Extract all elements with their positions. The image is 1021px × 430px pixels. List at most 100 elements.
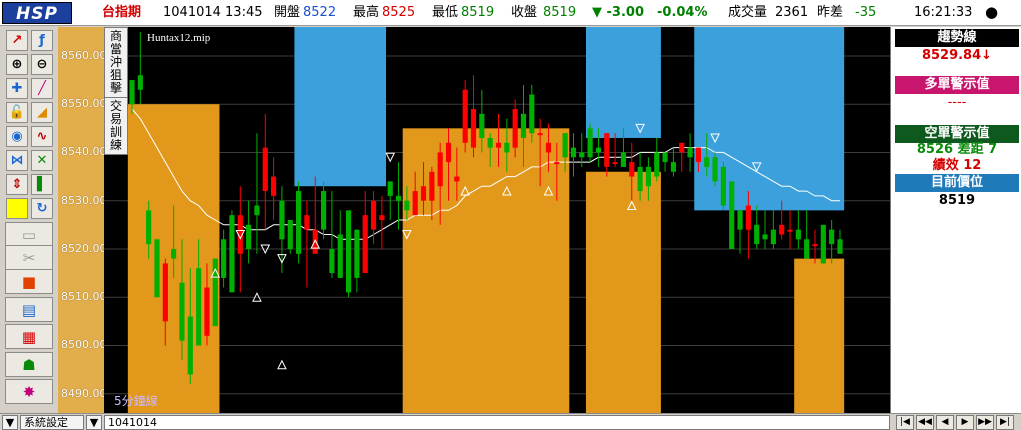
nav-first-button[interactable]: |◀ — [896, 415, 914, 430]
document-icon[interactable]: ▤ — [5, 297, 53, 322]
candle-body — [720, 166, 726, 206]
candle-body — [570, 147, 577, 158]
high-label: 最高 — [353, 5, 380, 20]
candle-body — [579, 152, 585, 158]
close-icon[interactable]: ● — [985, 4, 998, 20]
candlestick-chart[interactable]: Huntax12.mip 5分鐘線 — [104, 27, 890, 413]
date-field[interactable]: 1041014 — [104, 415, 890, 430]
tab-training[interactable]: 交易訓練 — [105, 97, 127, 152]
close-value: 8519 — [543, 5, 577, 20]
candle-body — [654, 152, 660, 177]
crosshair-icon[interactable]: ✚ — [6, 78, 28, 99]
date-dropdown-arrow-icon[interactable]: ▼ — [86, 415, 102, 430]
y-tick-label: 8510.00 — [61, 290, 107, 304]
candle-body — [312, 229, 318, 254]
candle-body — [695, 147, 701, 163]
chart-tool-icon[interactable]: ⋈ — [6, 150, 28, 171]
candle-body — [554, 162, 560, 165]
long-alert-value: ---- — [947, 95, 967, 110]
fibonacci-tool-icon[interactable]: ƒ — [31, 30, 53, 51]
refresh-icon[interactable]: ↻ — [31, 198, 53, 219]
candle-body — [487, 137, 493, 148]
close-label: 收盤 — [511, 5, 538, 20]
candle-body — [604, 133, 610, 167]
candle-body — [545, 142, 552, 153]
support-band — [585, 171, 661, 413]
y-tick-label: 8520.00 — [61, 241, 107, 255]
candle-body — [196, 268, 202, 346]
candle-body — [829, 229, 835, 245]
trend-value: 8529.84↓ — [921, 48, 993, 63]
low-label: 最低 — [432, 5, 459, 20]
candle-body — [837, 239, 843, 254]
candle-body — [754, 224, 760, 245]
cross-tool-icon[interactable]: ✕ — [31, 150, 53, 171]
high-value: 8525 — [382, 5, 416, 20]
volume-value: 2361 — [775, 5, 809, 20]
chart-area[interactable]: Huntax12.mip 5分鐘線 — [104, 27, 890, 413]
folder-icon[interactable]: ▭ — [5, 222, 53, 247]
candle-body — [729, 181, 735, 249]
candle-body — [296, 191, 302, 254]
cycle-icon[interactable]: ◉ — [6, 126, 28, 147]
position-title: 目前價位 — [895, 174, 1019, 192]
color-swatch-icon[interactable] — [6, 198, 28, 219]
zoom-in-icon[interactable]: ⊕ — [6, 54, 28, 75]
candle-body — [770, 229, 776, 245]
strategy-tabs[interactable]: 商 當沖狙擊 交易訓練 — [104, 27, 128, 155]
candle-body — [745, 205, 751, 230]
up-down-icon[interactable]: ⇕ — [6, 174, 28, 195]
candle-body — [379, 215, 385, 220]
settings-dropdown-arrow-icon[interactable]: ▼ — [2, 415, 18, 430]
short-alert-value: 8526 差距 7 — [916, 142, 998, 157]
line-tool-icon[interactable]: ╱ — [31, 78, 53, 99]
people-icon[interactable]: ☗ — [5, 352, 53, 377]
candle-body — [662, 152, 668, 163]
volume-label: 成交量 — [728, 5, 768, 20]
candle-body — [454, 176, 460, 182]
candle-body — [479, 113, 485, 138]
candle-body — [595, 147, 602, 153]
nav-back-button[interactable]: ◀ — [936, 415, 954, 430]
candle-body — [279, 200, 285, 240]
candle-body — [362, 215, 368, 274]
candle-body — [420, 186, 427, 201]
candle-icon[interactable]: ▌ — [31, 174, 53, 195]
symbol-name[interactable]: 台指期 — [102, 5, 141, 21]
burst-icon[interactable]: ✸ — [5, 379, 53, 404]
candle-body — [445, 142, 452, 163]
stop-icon[interactable]: ■ — [5, 269, 53, 294]
candle-body — [462, 89, 468, 143]
scissors-icon[interactable]: ✂ — [5, 245, 53, 270]
candle-body — [645, 166, 652, 187]
candle-body — [154, 239, 160, 298]
zoom-out-icon[interactable]: ⊖ — [31, 54, 53, 75]
candle-body — [271, 176, 277, 196]
candle-body — [320, 191, 327, 230]
candle-body — [620, 152, 627, 167]
candle-body — [137, 75, 143, 90]
y-tick-label: 8550.00 — [61, 97, 107, 111]
nav-fast-forward-button[interactable]: ▶▶ — [976, 415, 994, 430]
nav-forward-button[interactable]: ▶ — [956, 415, 974, 430]
unlock-icon[interactable]: 🔓 — [6, 102, 28, 123]
candle-body — [495, 142, 502, 148]
ruler-icon[interactable]: ◢ — [31, 102, 53, 123]
trend-title: 趨勢線 — [895, 29, 1019, 47]
chart-name-label: Huntax12.mip — [147, 32, 211, 44]
nav-fast-back-button[interactable]: ◀◀ — [916, 415, 934, 430]
candle-body — [504, 142, 510, 153]
candle-body — [329, 248, 335, 274]
change-value: ▼ -3.00 — [592, 5, 644, 20]
nav-last-button[interactable]: ▶| — [996, 415, 1014, 430]
wave-icon[interactable]: ∿ — [31, 126, 53, 147]
tab-day-trade[interactable]: 商 當沖狙擊 — [105, 28, 127, 95]
y-tick-label: 8540.00 — [61, 145, 107, 159]
candle-body — [171, 248, 177, 259]
trendline-tool-icon[interactable]: ↗ — [6, 30, 28, 51]
settings-button[interactable]: 系統設定 — [20, 415, 84, 430]
grid-icon[interactable]: ▦ — [5, 324, 53, 349]
diff-value: -35 — [855, 5, 877, 20]
candle-body — [812, 244, 818, 247]
candle-body — [246, 224, 252, 249]
